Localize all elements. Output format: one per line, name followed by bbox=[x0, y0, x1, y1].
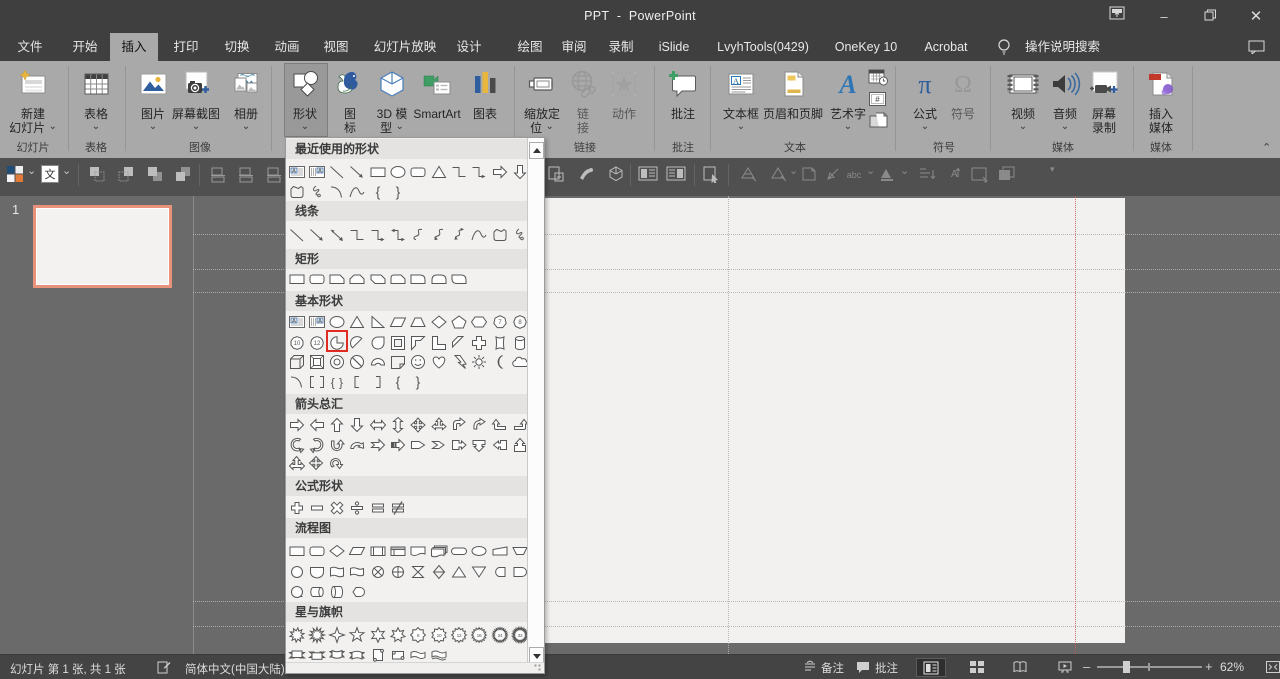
svg-text:10: 10 bbox=[293, 341, 300, 347]
svg-text:{: { bbox=[396, 374, 401, 390]
svg-text:A: A bbox=[292, 168, 296, 174]
svg-text:12: 12 bbox=[313, 341, 320, 347]
svg-text:}: } bbox=[416, 374, 421, 390]
svg-text:16: 16 bbox=[477, 632, 482, 638]
svg-text:A: A bbox=[733, 76, 740, 86]
svg-text:32: 32 bbox=[517, 632, 522, 638]
svg-text:abc: abc bbox=[847, 170, 862, 180]
svg-text:A: A bbox=[292, 319, 296, 325]
svg-text:Ω: Ω bbox=[954, 72, 972, 98]
svg-text:}: } bbox=[339, 376, 343, 390]
svg-text:{: { bbox=[331, 376, 335, 390]
svg-text:A: A bbox=[837, 70, 856, 99]
svg-text:24: 24 bbox=[497, 632, 502, 638]
svg-text:A: A bbox=[318, 168, 322, 174]
svg-text:}: } bbox=[396, 183, 401, 199]
svg-text:文: 文 bbox=[45, 167, 56, 181]
svg-text:A: A bbox=[951, 169, 958, 180]
svg-text:{: { bbox=[375, 183, 380, 199]
svg-text:#: # bbox=[875, 95, 880, 104]
svg-text:10: 10 bbox=[436, 632, 441, 638]
svg-text:A: A bbox=[318, 319, 322, 325]
svg-text:12: 12 bbox=[457, 632, 462, 638]
